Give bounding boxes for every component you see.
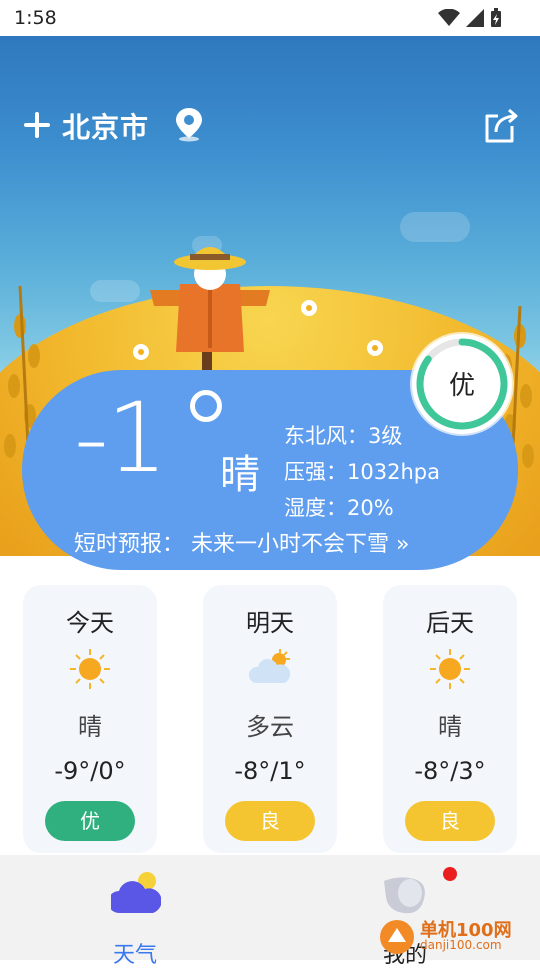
signal-icon (466, 9, 484, 27)
flower-decoration (301, 300, 317, 316)
watermark-url: danji100.com (420, 938, 502, 952)
day-temperature: -9°/0° (54, 757, 126, 785)
short-forecast-link[interactable]: 短时预报： 未来一小时不会下雪 » (74, 526, 409, 558)
daily-forecast: 今天 晴 -9°/0° 优 明天 多云 -8°/1° 良 后天 晴 -8°/3°… (0, 585, 540, 855)
day-temperature: -8°/3° (414, 757, 486, 785)
day-temperature: -8°/1° (234, 757, 306, 785)
weather-details: 东北风：3级 压强：1032hpa 湿度：20% (284, 418, 440, 526)
wifi-icon (438, 9, 460, 26)
current-temperature: -1 (74, 382, 168, 494)
mine-tab-icon (384, 877, 425, 914)
degree-symbol (190, 390, 222, 422)
sun-icon (430, 649, 470, 689)
cloud-decoration (90, 280, 140, 302)
aqi-label: 优 (448, 371, 475, 401)
cloud-decoration (400, 212, 470, 242)
add-city-button[interactable] (22, 110, 52, 140)
day-aqi-badge: 良 (225, 801, 315, 841)
day-condition: 晴 (438, 713, 462, 741)
status-icons (438, 8, 502, 28)
day-name: 明天 (246, 609, 294, 637)
notification-dot (443, 867, 457, 881)
cloud-sun-icon (248, 649, 291, 683)
status-bar: 1:58 (0, 0, 540, 36)
day-name: 后天 (426, 609, 474, 637)
battery-icon (491, 8, 501, 27)
day-card-day-after[interactable]: 后天 晴 -8°/3° 良 (383, 585, 517, 853)
humidity-info: 湿度：20% (284, 496, 394, 520)
current-condition: 晴 (220, 452, 260, 498)
pressure-info: 压强：1032hpa (284, 460, 440, 484)
nav-weather-label: 天气 (112, 943, 157, 968)
day-aqi-badge: 良 (405, 801, 495, 841)
flower-decoration (367, 340, 383, 356)
aqi-badge[interactable]: 优 (412, 334, 512, 434)
day-aqi-badge: 优 (45, 801, 135, 841)
location-pin-icon[interactable] (172, 106, 206, 142)
status-time: 1:58 (14, 7, 57, 29)
nav-tab-weather[interactable]: 天气 (80, 869, 190, 968)
day-condition: 晴 (78, 713, 102, 741)
watermark-logo: 单机100网 danji100.com (376, 914, 536, 958)
day-condition: 多云 (246, 713, 294, 741)
sun-icon (70, 649, 110, 689)
top-bar: 北京市 (0, 100, 540, 156)
day-card-tomorrow[interactable]: 明天 多云 -8°/1° 良 (203, 585, 337, 853)
share-icon[interactable] (482, 106, 522, 146)
weather-tab-icon (111, 872, 161, 913)
day-card-today[interactable]: 今天 晴 -9°/0° 优 (23, 585, 157, 853)
scarecrow-illustration (150, 247, 270, 372)
city-name[interactable]: 北京市 (62, 106, 149, 146)
watermark-icon (380, 920, 414, 954)
day-name: 今天 (66, 609, 114, 637)
